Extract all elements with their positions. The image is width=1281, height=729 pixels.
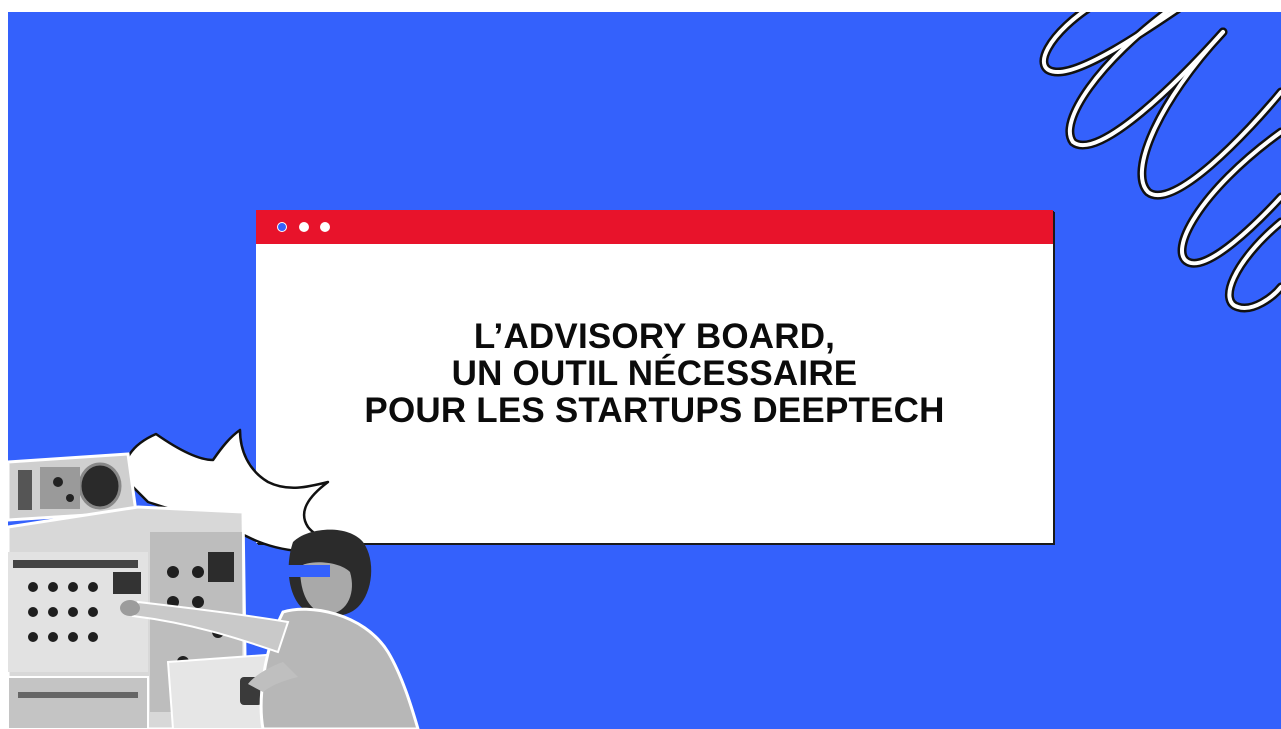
vintage-photo-person-at-electronic-equipment-icon [8, 452, 420, 729]
hero-banner: L’ADVISORY BOARD, UN OUTIL NÉCESSAIRE PO… [8, 12, 1281, 729]
